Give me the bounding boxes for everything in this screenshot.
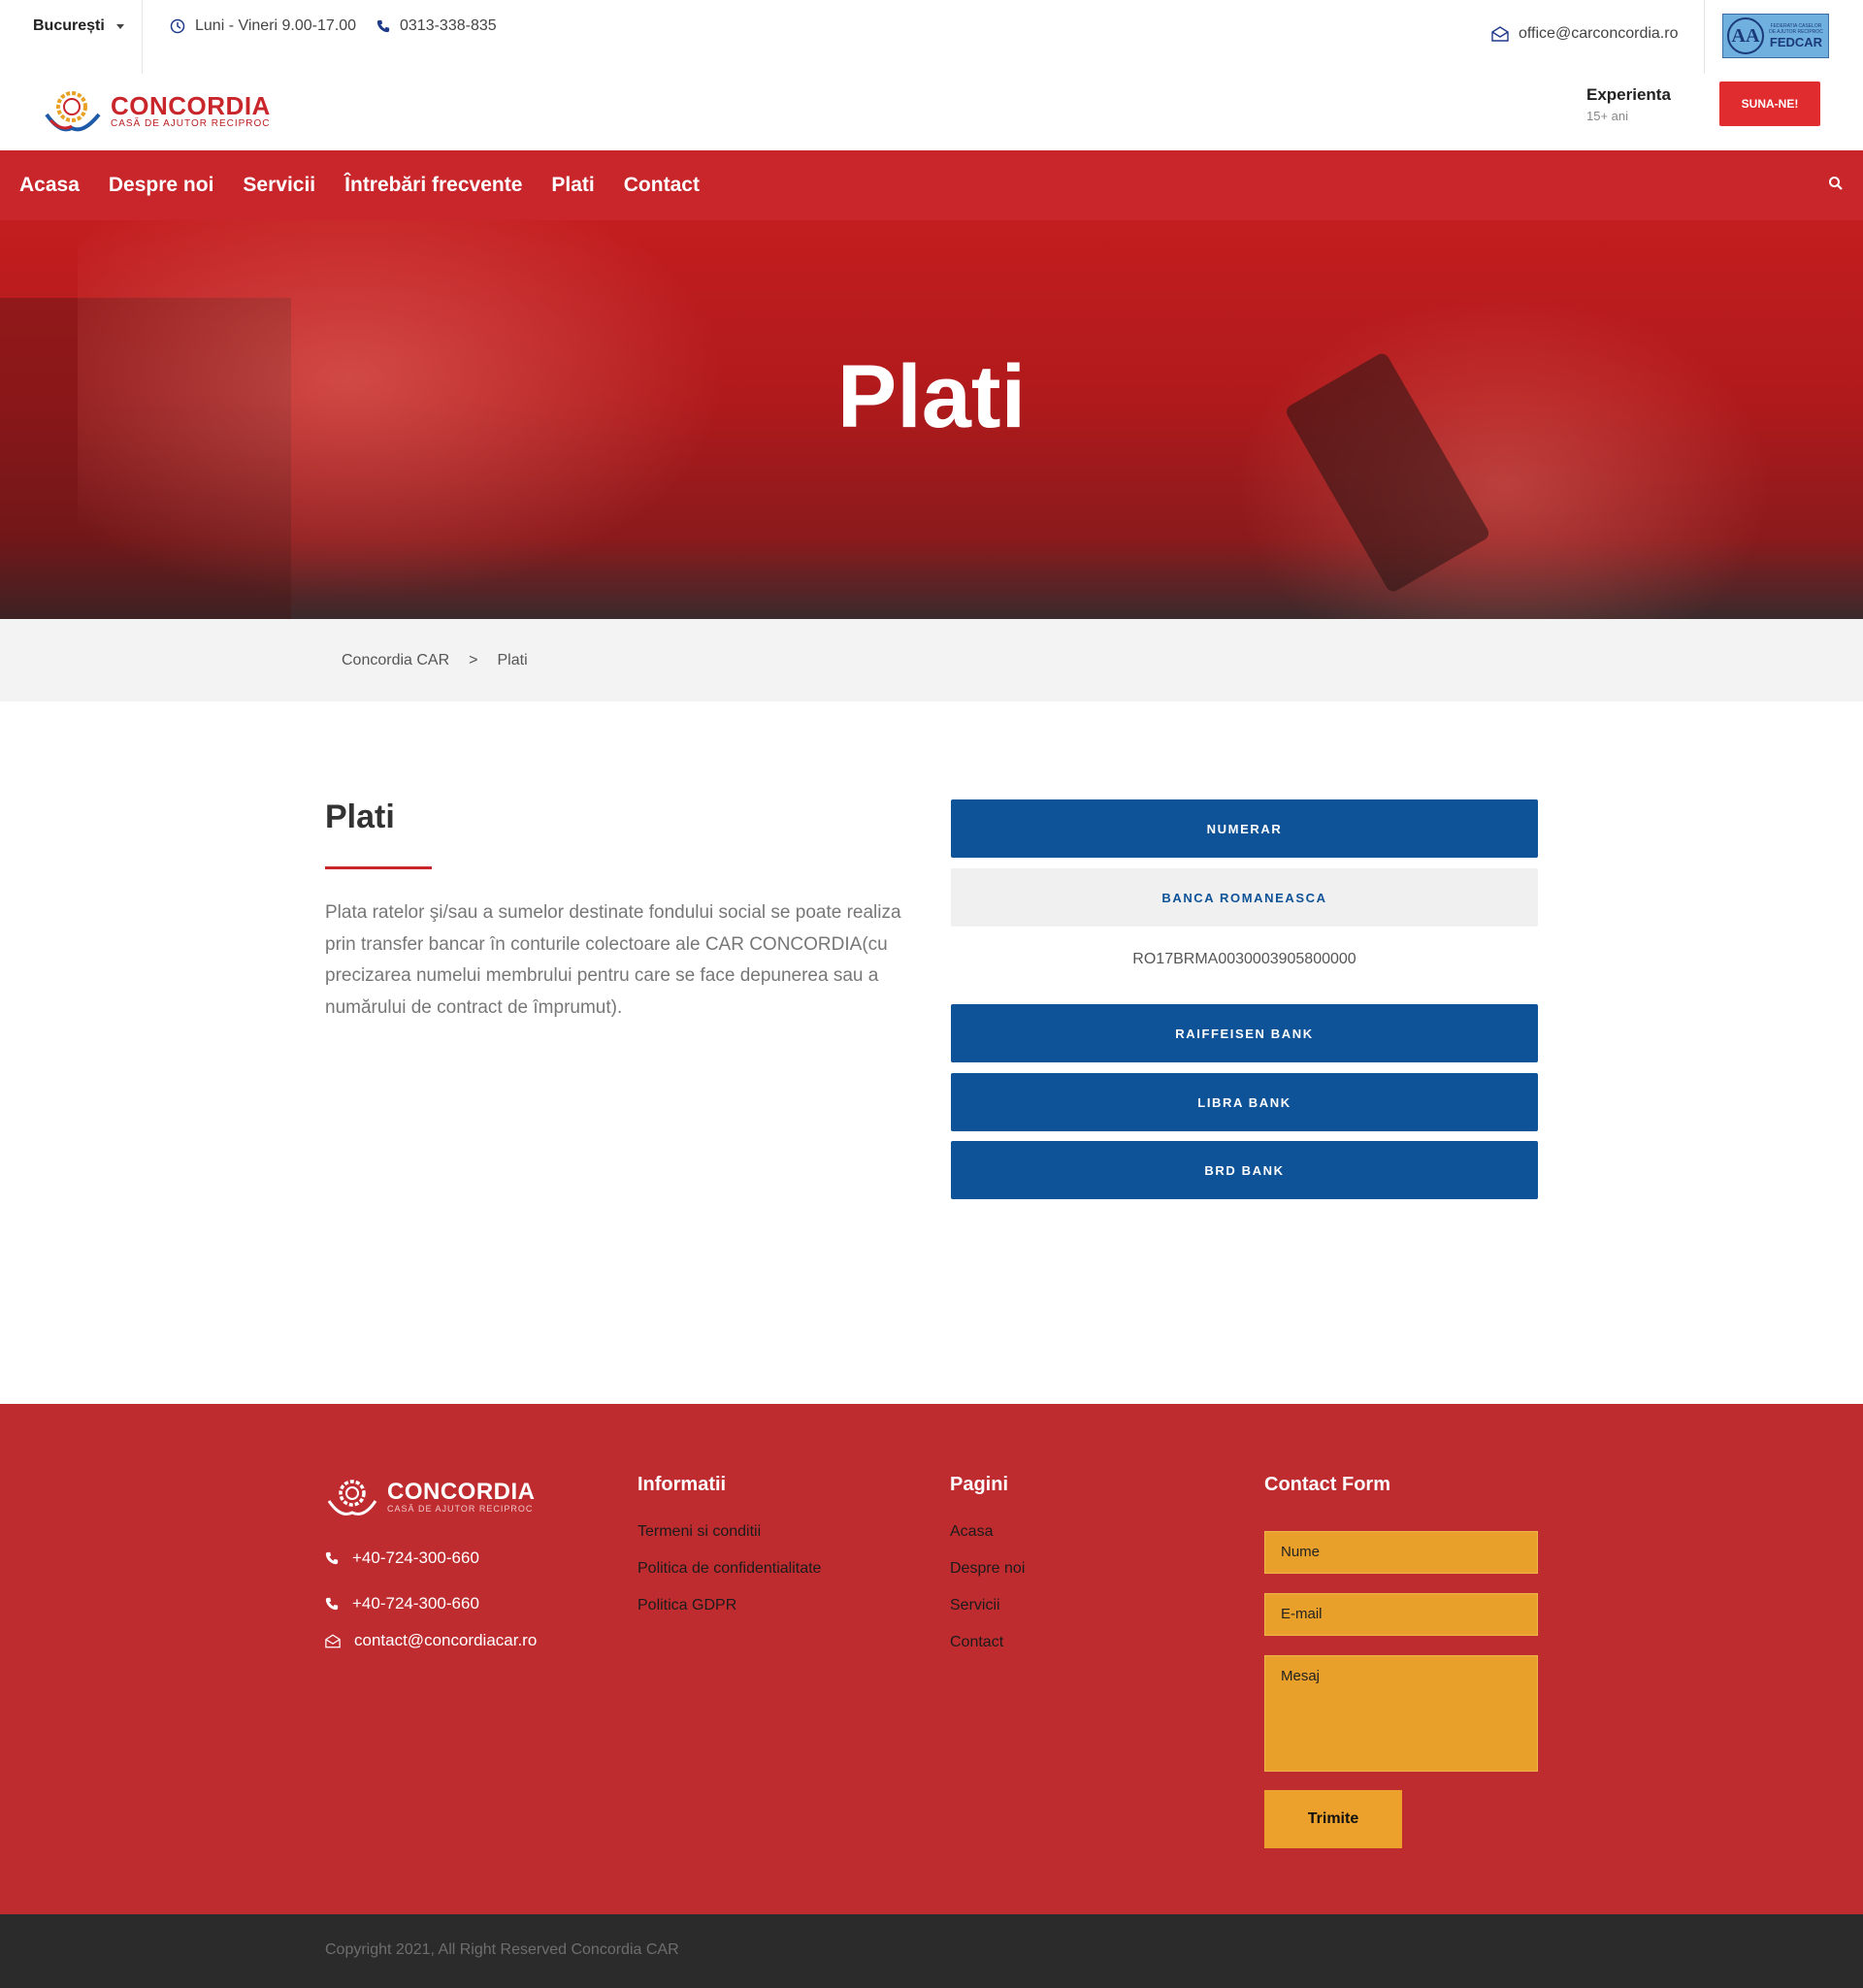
footer-info-title: Informatii bbox=[637, 1474, 727, 1495]
divider bbox=[142, 0, 143, 74]
fedcar-name: FEDCAR bbox=[1769, 34, 1823, 49]
footer-form-title: Contact Form bbox=[1264, 1474, 1390, 1495]
phone-link[interactable]: 0313-338-835 bbox=[376, 17, 497, 35]
footer-link-contact[interactable]: Contact bbox=[950, 1634, 1025, 1651]
email-link[interactable]: office@carconcordia.ro bbox=[1491, 25, 1678, 43]
footer-pages-column: Pagini Acasa Despre noi Servicii Contact bbox=[950, 1474, 1025, 1671]
opening-hours: Luni - Vineri 9.00-17.00 bbox=[170, 17, 356, 35]
logo-name: CONCORDIA bbox=[111, 90, 271, 120]
footer-link-servicii[interactable]: Servicii bbox=[950, 1597, 1025, 1614]
footer-phone-2[interactable]: +40-724-300-660 bbox=[325, 1594, 479, 1613]
phone-icon bbox=[376, 19, 390, 33]
breadcrumb-current: Plati bbox=[497, 652, 528, 668]
footer-info-column: Informatii Termeni si conditii Politica … bbox=[637, 1474, 821, 1634]
submit-button[interactable]: Trimite bbox=[1264, 1790, 1402, 1848]
phone-text: 0313-338-835 bbox=[400, 17, 497, 34]
footer-phone-1-text: +40-724-300-660 bbox=[352, 1548, 479, 1567]
name-field[interactable]: Nume bbox=[1264, 1531, 1538, 1574]
breadcrumb-separator: > bbox=[469, 652, 478, 668]
accordion-banca-romaneasca[interactable]: BANCA ROMANEASCA bbox=[951, 868, 1538, 927]
footer-link-termeni[interactable]: Termeni si conditii bbox=[637, 1523, 821, 1541]
footer-logo[interactable]: CONCORDIA CASĂ DE AJUTOR RECIPROC bbox=[325, 1474, 536, 1520]
email-field[interactable]: E-mail bbox=[1264, 1593, 1538, 1636]
title-underline bbox=[325, 866, 432, 869]
breadcrumb-home[interactable]: Concordia CAR bbox=[342, 652, 449, 669]
experience-value: 15+ ani bbox=[1586, 109, 1629, 123]
iban-text: RO17BRMA0030003905800000 bbox=[1132, 951, 1356, 967]
site-logo[interactable]: CONCORDIA CASĂ DE AJUTOR RECIPROC bbox=[43, 85, 271, 136]
nav-item-plati[interactable]: Plati bbox=[551, 174, 594, 197]
call-us-button[interactable]: SUNA-NE! bbox=[1719, 81, 1820, 126]
copyright-bar: Copyright 2021, All Right Reserved Conco… bbox=[0, 1914, 1863, 1988]
envelope-icon bbox=[1491, 26, 1509, 42]
footer-link-acasa[interactable]: Acasa bbox=[950, 1523, 1025, 1541]
footer-link-gdpr[interactable]: Politica GDPR bbox=[637, 1597, 821, 1614]
accordion-numerar[interactable]: NUMERAR bbox=[951, 799, 1538, 858]
section-title: Plati bbox=[325, 798, 395, 835]
phone-icon bbox=[325, 1551, 339, 1565]
page-hero: Plati bbox=[0, 220, 1863, 619]
nav-item-intrebari[interactable]: Întrebări frecvente bbox=[344, 174, 522, 197]
footer-link-despre-noi[interactable]: Despre noi bbox=[950, 1560, 1025, 1578]
city-label: București bbox=[33, 17, 105, 34]
footer-link-confidentialitate[interactable]: Politica de confidentialitate bbox=[637, 1560, 821, 1578]
accordion-brd-bank[interactable]: BRD BANK bbox=[951, 1141, 1538, 1199]
footer-email[interactable]: contact@concordiacar.ro bbox=[325, 1631, 537, 1650]
breadcrumb: Concordia CAR > Plati bbox=[0, 619, 1863, 701]
section-text: Plata ratelor şi/sau a sumelor destinate… bbox=[325, 902, 901, 1018]
clock-icon bbox=[170, 18, 185, 34]
footer-logo-name: CONCORDIA bbox=[387, 1479, 536, 1505]
accordion-libra-bank[interactable]: LIBRA BANK bbox=[951, 1073, 1538, 1131]
copyright-text: Copyright 2021, All Right Reserved Conco… bbox=[325, 1941, 679, 1958]
envelope-icon bbox=[325, 1634, 341, 1647]
experience-title: Experienta bbox=[1586, 85, 1671, 104]
email-text: office@carconcordia.ro bbox=[1519, 25, 1679, 42]
footer-phone-2-text: +40-724-300-660 bbox=[352, 1594, 479, 1613]
hero-background bbox=[1213, 278, 1795, 619]
search-icon[interactable] bbox=[1828, 176, 1844, 191]
main-nav: Acasa Despre noi Servicii Întrebări frec… bbox=[0, 150, 1863, 220]
nav-item-servicii[interactable]: Servicii bbox=[243, 174, 315, 197]
hours-text: Luni - Vineri 9.00-17.00 bbox=[195, 17, 357, 34]
fedcar-logo[interactable]: AA FEDERATIA CASELOR DE AJUTOR RECIPROC … bbox=[1722, 14, 1829, 58]
nav-item-acasa[interactable]: Acasa bbox=[19, 174, 80, 197]
hero-title: Plati bbox=[836, 347, 1027, 446]
phone-icon bbox=[325, 1597, 339, 1611]
nav-item-despre-noi[interactable]: Despre noi bbox=[109, 174, 214, 197]
footer: CONCORDIA CASĂ DE AJUTOR RECIPROC bbox=[0, 1404, 1863, 1914]
footer-pages-title: Pagini bbox=[950, 1474, 1009, 1495]
top-bar: București Luni - Vineri 9.00-17.00 0313-… bbox=[0, 0, 1863, 74]
experience-block: Experienta 15+ ani bbox=[1586, 85, 1671, 123]
concordia-logo-icon bbox=[45, 91, 101, 132]
divider bbox=[1704, 0, 1705, 74]
fedcar-small-text: FEDERATIA CASELOR DE AJUTOR RECIPROC bbox=[1769, 22, 1823, 35]
chevron-down-icon bbox=[115, 23, 124, 29]
message-field[interactable]: Mesaj bbox=[1264, 1655, 1538, 1772]
accordion-raiffeisen-bank[interactable]: RAIFFEISEN BANK bbox=[951, 1004, 1538, 1062]
nav-item-contact[interactable]: Contact bbox=[624, 174, 700, 197]
footer-form-column: Contact Form bbox=[1264, 1474, 1390, 1523]
concordia-logo-icon bbox=[327, 1480, 377, 1515]
logo-tagline: CASĂ DE AJUTOR RECIPROC bbox=[111, 117, 271, 129]
city-selector[interactable]: București bbox=[33, 17, 124, 35]
footer-email-text: contact@concordiacar.ro bbox=[354, 1631, 538, 1649]
footer-phone-1[interactable]: +40-724-300-660 bbox=[325, 1548, 479, 1568]
footer-logo-tagline: CASĂ DE AJUTOR RECIPROC bbox=[387, 1504, 534, 1514]
fedcar-initials: AA bbox=[1727, 17, 1764, 54]
